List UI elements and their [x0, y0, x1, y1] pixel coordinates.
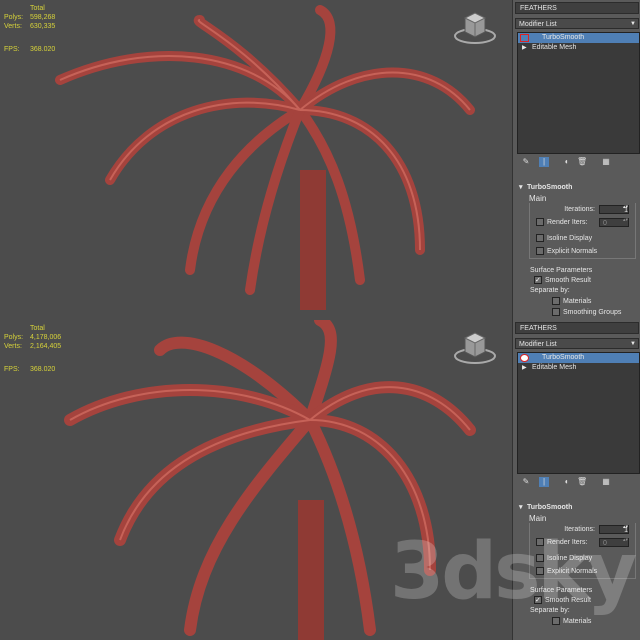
main-group: Iterations: 1 Render Iters: 0 Isoline Di…	[529, 203, 636, 259]
viewport[interactable]: Total Polys: 598,268 Verts: 630,335 FPS: 36…	[0, 0, 512, 320]
chevron-down-icon: ▼	[630, 341, 636, 347]
polys-count: 4,178,006	[30, 334, 62, 341]
pin-stack-icon[interactable]: ✎	[521, 157, 531, 167]
light-bulb-icon[interactable]	[520, 34, 529, 42]
rollout-title[interactable]: TurboSmooth	[517, 182, 638, 194]
fps-value: 368.020	[30, 46, 56, 53]
turbosmooth-rollout: TurboSmooth Main Iterations: 1 Render It…	[517, 182, 638, 320]
show-end-result-icon[interactable]: |	[539, 477, 549, 487]
remove-modifier-icon[interactable]: 🗑	[577, 477, 587, 487]
show-end-result-icon[interactable]: |	[539, 157, 549, 167]
modifier-stack: TurboSmooth ▶ Editable Mesh	[517, 352, 640, 474]
stack-item-turbosmooth[interactable]: TurboSmooth	[518, 353, 639, 363]
pin-stack-icon[interactable]: ✎	[521, 477, 531, 487]
fps-value: 368.020	[30, 366, 56, 373]
smooth-result-checkbox[interactable]	[534, 274, 542, 287]
verts-count: 2,164,405	[30, 343, 62, 350]
modifier-list-dropdown[interactable]: Modifier List ▼	[515, 338, 639, 349]
materials-checkbox[interactable]	[552, 617, 560, 626]
expand-triangle-icon[interactable]: ▶	[522, 363, 527, 373]
expand-triangle-icon[interactable]: ▶	[522, 43, 527, 53]
watermark-logo: 3dsky	[390, 527, 637, 617]
smoothing-groups-checkbox[interactable]	[552, 308, 560, 317]
chevron-down-icon: ▼	[630, 21, 636, 27]
iterations-spinner[interactable]: 1	[599, 205, 629, 214]
viewcube-icon[interactable]	[452, 326, 498, 366]
stack-toolbar: ✎ | ◐ 🗑 ▦	[517, 155, 638, 169]
render-iters-row: Render Iters: 0	[530, 216, 635, 229]
make-unique-icon[interactable]: ◐	[562, 477, 572, 487]
remove-modifier-icon[interactable]: 🗑	[577, 157, 587, 167]
light-bulb-icon[interactable]	[520, 354, 529, 362]
viewport-stats: Total Polys: 4,178,006 Verts: 2,164,405 FP…	[4, 325, 62, 373]
stack-item-editable-mesh[interactable]: ▶ Editable Mesh	[518, 363, 639, 373]
main-group-label: Main	[529, 514, 547, 523]
surface-parameters-group: Surface Parameters Smooth Result Separat…	[529, 263, 636, 320]
feather-model	[55, 5, 475, 310]
render-iters-checkbox[interactable]	[536, 218, 544, 227]
object-name-field[interactable]: FEATHERS	[515, 2, 639, 14]
viewport-stats: Total Polys: 598,268 Verts: 630,335 FPS: 36…	[4, 5, 56, 53]
modifier-list-dropdown[interactable]: Modifier List ▼	[515, 18, 639, 29]
configure-sets-icon[interactable]: ▦	[601, 477, 611, 487]
stack-toolbar: ✎ | ◐ 🗑 ▦	[517, 475, 638, 489]
main-group-label: Main	[529, 194, 547, 203]
viewcube-icon[interactable]	[452, 6, 498, 46]
object-name-field[interactable]: FEATHERS	[515, 322, 639, 334]
render-iters-spinner[interactable]: 0	[599, 218, 629, 227]
viewport-pane-top: Total Polys: 598,268 Verts: 630,335 FPS: 36…	[0, 0, 640, 320]
command-panel: FEATHERS Modifier List ▼ TurboSmooth ▶ Ed…	[512, 0, 640, 320]
verts-count: 630,335	[30, 23, 56, 30]
materials-checkbox[interactable]	[552, 297, 560, 306]
modifier-stack: TurboSmooth ▶ Editable Mesh	[517, 32, 640, 154]
rollout-title[interactable]: TurboSmooth	[517, 502, 638, 514]
explicit-normals-checkbox[interactable]	[536, 247, 544, 256]
stack-item-editable-mesh[interactable]: ▶ Editable Mesh	[518, 43, 639, 53]
isoline-display-checkbox[interactable]	[536, 234, 544, 243]
configure-sets-icon[interactable]: ▦	[601, 157, 611, 167]
make-unique-icon[interactable]: ◐	[562, 157, 572, 167]
stack-item-turbosmooth[interactable]: TurboSmooth	[518, 33, 639, 43]
iterations-row: Iterations: 1	[530, 203, 635, 216]
polys-count: 598,268	[30, 14, 56, 21]
